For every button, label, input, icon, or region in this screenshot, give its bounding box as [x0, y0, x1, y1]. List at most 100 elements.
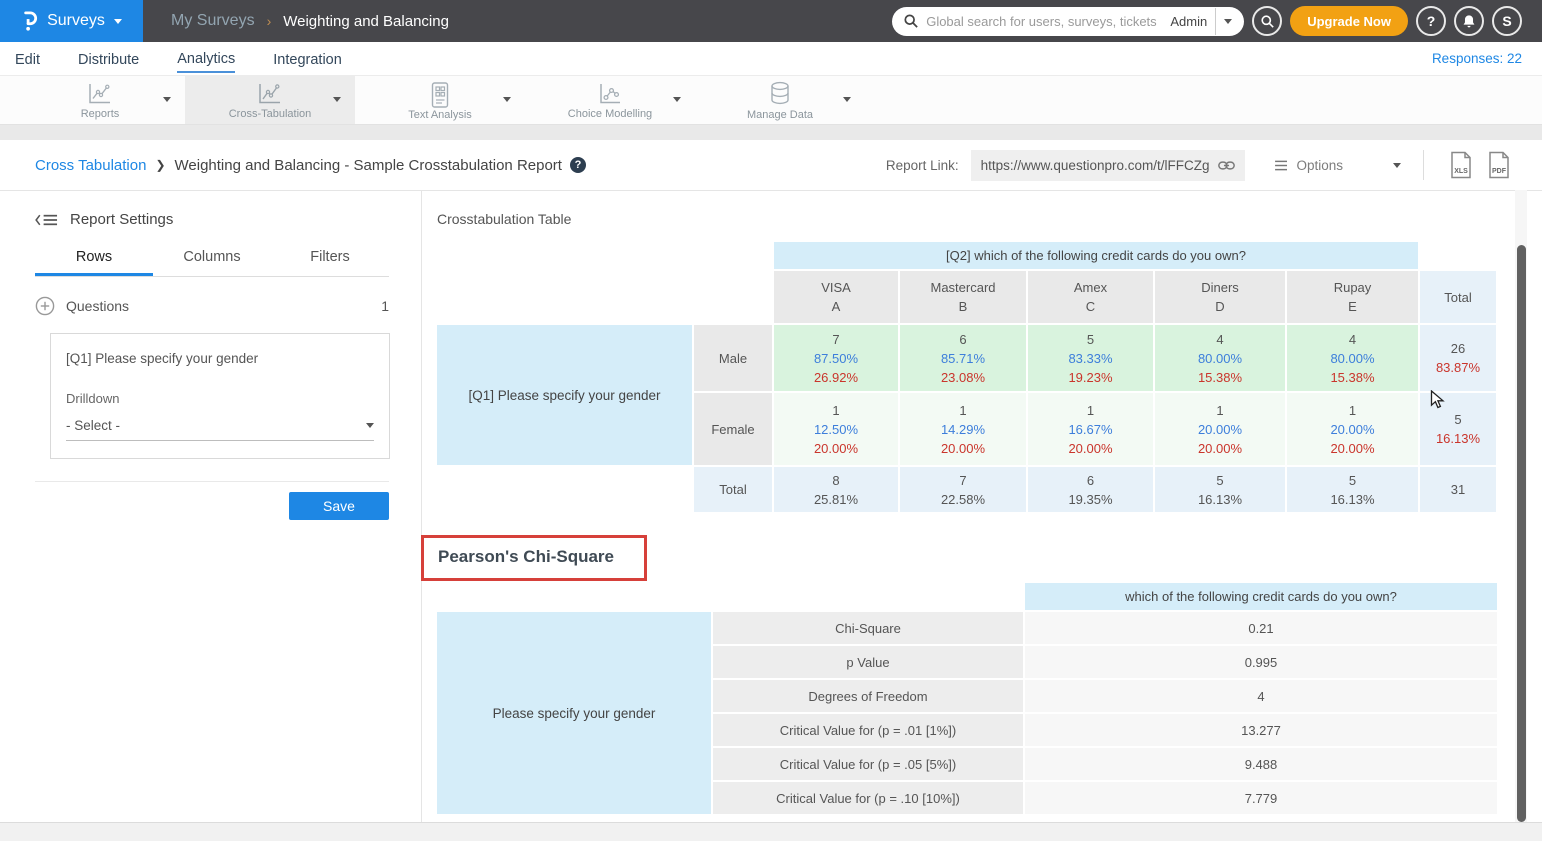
crosstab-column-header: DinersD: [1155, 271, 1285, 323]
toolbar-item-choice-modelling[interactable]: Choice Modelling: [525, 76, 695, 124]
collapse-panel-icon[interactable]: [35, 213, 58, 227]
top-breadcrumb: My Surveys › Weighting and Balancing: [171, 12, 449, 30]
chi-square-stat-value: 7.779: [1025, 782, 1497, 814]
column-code: D: [1155, 297, 1285, 316]
dropdown-caret-icon[interactable]: [333, 97, 341, 102]
export-xls-button[interactable]: XLS: [1448, 151, 1474, 179]
global-search-box[interactable]: Admin: [892, 7, 1244, 36]
report-link-url[interactable]: https://www.questionpro.com/t/lFFCZg: [981, 158, 1210, 173]
drilldown-select[interactable]: - Select -: [66, 418, 374, 441]
cell-row-pct: 15.38%: [1155, 368, 1285, 387]
scrollbar-thumb[interactable]: [1517, 245, 1526, 822]
responses-count[interactable]: Responses: 22: [1432, 51, 1522, 66]
toolbar-item-manage-data[interactable]: Manage Data: [695, 76, 865, 124]
user-avatar[interactable]: S: [1492, 6, 1522, 36]
chi-square-stat-label: p Value: [713, 646, 1023, 678]
cell-column-pct: 14.29%: [900, 420, 1026, 439]
settings-tab-filters[interactable]: Filters: [271, 249, 389, 276]
report-header-actions: Report Link: https://www.questionpro.com…: [886, 150, 1518, 181]
search-scope-caret-icon[interactable]: [1224, 19, 1232, 24]
nav-tab-edit[interactable]: Edit: [15, 46, 40, 72]
settings-tab-columns[interactable]: Columns: [153, 249, 271, 276]
dropdown-caret-icon[interactable]: [503, 97, 511, 102]
product-switcher[interactable]: Surveys: [0, 0, 143, 42]
toolbar-item-text-analysis[interactable]: Text Analysis: [355, 76, 525, 124]
cell-row-pct: 20.00%: [900, 439, 1026, 458]
divider: [1423, 150, 1424, 180]
toolbar-item-cross-tabulation[interactable]: Cross-Tabulation: [185, 76, 355, 124]
chi-square-stat-label: Critical Value for (p = .10 [10%]): [713, 782, 1023, 814]
search-icon: [904, 14, 918, 28]
report-link-label: Report Link:: [886, 158, 959, 173]
crosstab-cell: 787.50%26.92%: [774, 325, 898, 391]
crosstab-cell: 120.00%20.00%: [1287, 393, 1418, 465]
divider: [35, 481, 389, 482]
settings-tab-rows[interactable]: Rows: [35, 249, 153, 276]
crosstab-cell: 114.29%20.00%: [900, 393, 1026, 465]
report-link-field[interactable]: https://www.questionpro.com/t/lFFCZg: [971, 150, 1246, 181]
cell-count: 1: [1287, 401, 1418, 420]
crosstab-row-label: Male: [694, 325, 772, 391]
toolbar-item-label: Manage Data: [747, 109, 813, 121]
pearson-chi-square-annotation-box: Pearson's Chi-Square: [421, 535, 647, 581]
search-button[interactable]: [1252, 6, 1282, 36]
chi-square-stat-label: Critical Value for (p = .05 [5%]): [713, 748, 1023, 780]
spacer-cell: [437, 271, 772, 323]
nav-tab-distribute[interactable]: Distribute: [78, 46, 139, 72]
breadcrumb-current-survey: Weighting and Balancing: [283, 13, 449, 30]
cell-count: 4: [1287, 330, 1418, 349]
toolbar-item-label: Choice Modelling: [568, 108, 652, 120]
dropdown-caret-icon[interactable]: [163, 97, 171, 102]
crosstab-cell: 480.00%15.38%: [1287, 325, 1418, 391]
upgrade-now-button[interactable]: Upgrade Now: [1290, 6, 1408, 36]
options-menu[interactable]: Options: [1275, 158, 1401, 173]
export-pdf-button[interactable]: PDF: [1486, 151, 1512, 179]
reports-icon: [87, 82, 113, 107]
divider: [1215, 8, 1216, 35]
crosstab-cell: 480.00%15.38%: [1155, 325, 1285, 391]
report-help-icon[interactable]: ?: [570, 157, 586, 173]
column-code: C: [1028, 297, 1153, 316]
help-button[interactable]: ?: [1416, 6, 1446, 36]
crosstab-totals-row-label: Total: [694, 467, 772, 512]
link-icon[interactable]: [1218, 160, 1235, 171]
crosstab-row-label: Female: [694, 393, 772, 465]
nav-tab-analytics[interactable]: Analytics: [177, 45, 235, 73]
add-question-icon[interactable]: [35, 296, 55, 316]
notifications-button[interactable]: [1454, 6, 1484, 36]
cell-count: 6: [900, 330, 1026, 349]
cell-column-pct: 20.00%: [1155, 420, 1285, 439]
global-search-input[interactable]: [926, 14, 1162, 29]
cell-column-pct: 16.67%: [1028, 420, 1153, 439]
toolbar-item-reports[interactable]: Reports: [15, 76, 185, 124]
row-total-pct: 16.13%: [1420, 429, 1496, 448]
spacer-cell: [1420, 242, 1496, 269]
spacer-cell: [437, 467, 692, 512]
column-name: Amex: [1028, 278, 1153, 297]
crosstab-section-title: Crosstabulation Table: [437, 211, 571, 227]
dropdown-caret-icon[interactable]: [673, 97, 681, 102]
chi-square-stat-label: Degrees of Freedom: [713, 680, 1023, 712]
breadcrumb-my-surveys-link[interactable]: My Surveys: [171, 12, 255, 30]
cell-count: 1: [1155, 401, 1285, 420]
save-button[interactable]: Save: [289, 492, 389, 520]
cell-row-pct: 20.00%: [1028, 439, 1153, 458]
select-caret-icon: [366, 423, 374, 428]
chi-square-column-header: which of the following credit cards do y…: [1025, 583, 1497, 610]
dropdown-caret-icon[interactable]: [843, 97, 851, 102]
column-total-pct: 16.13%: [1155, 490, 1285, 509]
options-caret-icon: [1393, 163, 1401, 168]
column-total-pct: 22.58%: [900, 490, 1026, 509]
cross-tabulation-breadcrumb-link[interactable]: Cross Tabulation: [35, 157, 146, 174]
cell-count: 5: [1028, 330, 1153, 349]
cell-column-pct: 85.71%: [900, 349, 1026, 368]
cell-row-pct: 15.38%: [1287, 368, 1418, 387]
cell-column-pct: 12.50%: [774, 420, 898, 439]
column-name: VISA: [774, 278, 898, 297]
pdf-icon-label: PDF: [1486, 168, 1512, 175]
nav-tab-integration[interactable]: Integration: [273, 46, 342, 72]
breadcrumb-separator: ❯: [155, 158, 165, 172]
cell-row-pct: 20.00%: [1287, 439, 1418, 458]
row-total-count: 26: [1420, 339, 1496, 358]
column-total-count: 5: [1287, 471, 1418, 490]
